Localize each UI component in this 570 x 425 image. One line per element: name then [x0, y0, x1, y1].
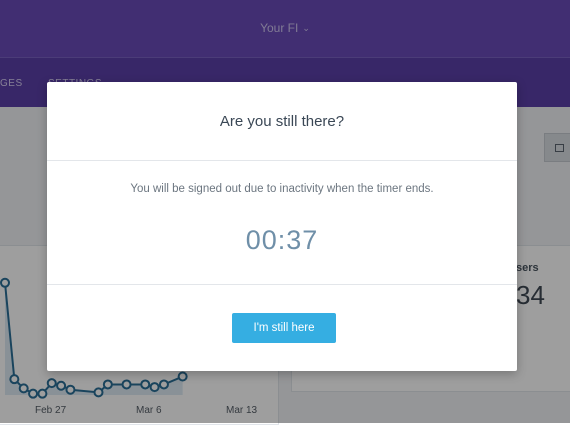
modal-body: You will be signed out due to inactivity…	[47, 161, 517, 285]
inactivity-message: You will be signed out due to inactivity…	[130, 183, 434, 195]
inactivity-modal: Are you still there? You will be signed …	[47, 82, 517, 371]
countdown-timer: 00:37	[245, 225, 319, 255]
modal-footer: I'm still here	[47, 285, 517, 372]
modal-header: Are you still there?	[47, 82, 517, 161]
modal-title: Are you still there?	[219, 112, 345, 130]
still-here-button[interactable]: I'm still here	[232, 313, 336, 343]
